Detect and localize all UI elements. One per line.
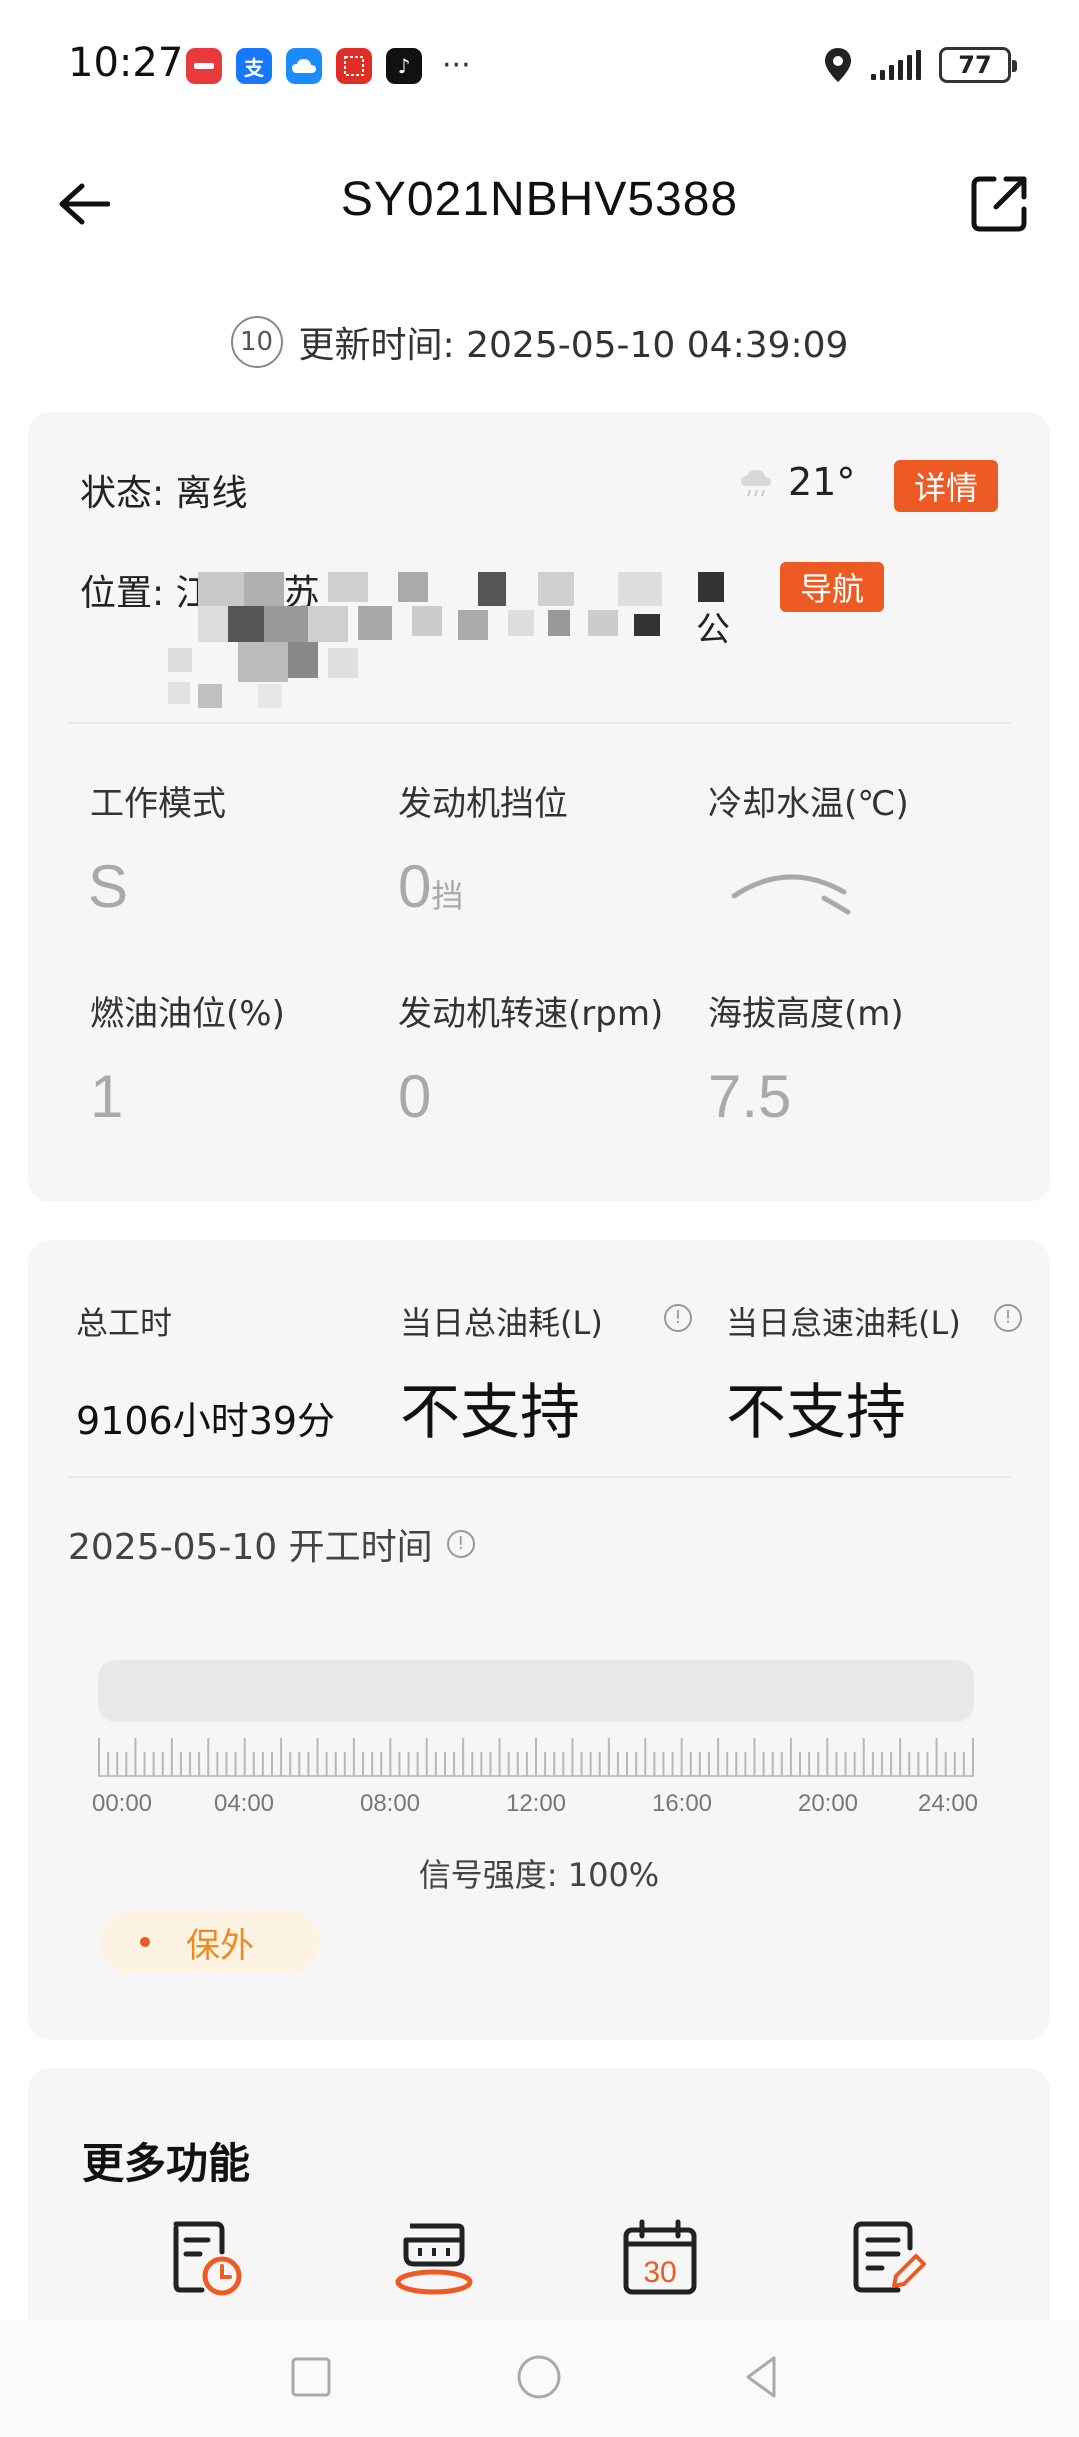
app-header: SY021NBHV5388 [0, 150, 1079, 260]
work-hours-record-button[interactable] [166, 2218, 246, 2298]
work-start-title-text: 2025-05-10 开工时间 [68, 1527, 433, 1568]
alipay-icon: 支 [236, 48, 272, 84]
warranty-dot [140, 1937, 150, 1947]
recent-apps-icon[interactable] [286, 2352, 336, 2402]
work-start-title: 2025-05-10 开工时间 ! [68, 1518, 475, 1570]
engine-gear-number: 0 [398, 853, 432, 920]
engine-rpm-value: 0 [398, 1063, 432, 1130]
idle-fuel-info-icon[interactable]: ! [994, 1304, 1022, 1332]
status-bar: 10:27 支 ♪ ··· 77 [0, 0, 1079, 130]
page-title: SY021NBHV5388 [340, 173, 739, 226]
engine-gear-value: 0挡 [398, 852, 463, 921]
work-hours-card: 总工时 当日总油耗(L) ! 当日怠速油耗(L) ! 9106小时39分 不支持… [28, 1240, 1050, 2040]
update-time-text: 更新时间: 2025-05-10 04:39:09 [298, 325, 849, 366]
timeline-ticks [98, 1738, 974, 1777]
location-tail-text: 公 [696, 610, 730, 650]
daily-fuel-label: 当日总油耗(L) [400, 1298, 603, 1344]
device-status: 状态: 离线 [80, 473, 248, 514]
location-icon [825, 48, 851, 82]
overview-card: 状态: 离线 21° 详情 位置: 江苏省苏 导航 [28, 412, 1050, 1202]
daily-fuel-value: 不支持 [400, 1378, 580, 1448]
system-navigation-bar [0, 2320, 1079, 2437]
cloud-app-icon [286, 48, 322, 84]
home-icon[interactable] [514, 2352, 564, 2402]
refresh-countdown[interactable]: 10 [230, 316, 283, 368]
engine-gear-unit: 挡 [431, 878, 464, 914]
timeline-tick-label: 24:00 [917, 1790, 979, 1817]
calendar-icon: 30 [623, 2219, 697, 2295]
fuel-level-label: 燃油油位(%) [90, 994, 285, 1034]
timeline-tick-label: 00:00 [91, 1790, 153, 1817]
warranty-text: 保外 [186, 1925, 254, 1966]
idle-fuel-value: 不支持 [726, 1378, 906, 1448]
redacted-address [168, 572, 768, 722]
altitude-label: 海拔高度(m) [708, 994, 904, 1034]
total-hours-value: 9106小时39分 [76, 1399, 336, 1443]
coolant-gauge-icon [731, 874, 851, 915]
pinduoduo-icon [336, 48, 372, 84]
status-right: 77 [823, 46, 1017, 84]
tiktok-icon: ♪ [386, 48, 422, 84]
coolant-temp-label: 冷却水温(℃) [708, 784, 909, 824]
detail-button[interactable]: 详情 [894, 460, 998, 512]
machine-fence-icon [395, 2223, 473, 2295]
fence-button[interactable] [392, 2218, 473, 2298]
share-icon [971, 176, 1027, 232]
status-time: 10:27 [68, 40, 184, 86]
signal-icon [871, 50, 921, 80]
document-edit-icon [853, 2221, 926, 2293]
timeline-tick-label: 16:00 [651, 1790, 713, 1817]
idle-fuel-label: 当日怠速油耗(L) [726, 1298, 961, 1344]
divider [68, 722, 1010, 724]
timeline-tick-label: 12:00 [505, 1790, 567, 1817]
work-start-info-icon[interactable]: ! [446, 1530, 475, 1558]
signal-strength: 信号强度: 100% [418, 1856, 660, 1894]
back-nav-icon[interactable] [738, 2352, 788, 2402]
altitude-value: 7.5 [708, 1063, 792, 1130]
maintenance-record-button[interactable] [848, 2218, 928, 2298]
temperature-value: 21° [788, 460, 856, 504]
fuel-level-value: 1 [90, 1063, 124, 1130]
weather-info: 21° [738, 460, 855, 504]
work-mode-label: 工作模式 [90, 784, 226, 824]
divider [68, 1476, 1010, 1478]
calendar-day-text: 30 [643, 2256, 676, 2289]
weather-icon [741, 470, 771, 497]
battery-icon: 77 [939, 47, 1017, 83]
timeline-tick-label: 20:00 [797, 1790, 859, 1817]
work-timeline-bar [98, 1660, 974, 1722]
notification-icons: 支 ♪ ··· [186, 48, 471, 84]
calendar-button[interactable]: 30 [620, 2218, 700, 2298]
engine-rpm-label: 发动机转速(rpm) [398, 994, 664, 1034]
warranty-badge: 保外 [100, 1910, 320, 1974]
more-functions-title: 更多功能 [82, 2139, 251, 2188]
document-clock-icon [173, 2221, 242, 2296]
timeline-tick-label: 04:00 [213, 1790, 275, 1817]
timeline-tick-label: 08:00 [359, 1790, 421, 1817]
share-button[interactable] [963, 168, 1035, 240]
huawei-app-icon [186, 48, 222, 84]
daily-fuel-info-icon[interactable]: ! [664, 1304, 692, 1332]
daily-fuel-label-text: 当日总油耗(L) [400, 1304, 603, 1342]
work-mode-value: S [88, 853, 129, 920]
navigate-button[interactable]: 导航 [780, 562, 884, 612]
idle-fuel-label-text: 当日怠速油耗(L) [726, 1304, 961, 1342]
more-notifications: ··· [442, 48, 471, 83]
update-time-row: 10 更新时间: 2025-05-10 04:39:09 [0, 316, 1079, 368]
engine-gear-label: 发动机挡位 [398, 784, 568, 824]
total-hours-label: 总工时 [76, 1304, 173, 1342]
